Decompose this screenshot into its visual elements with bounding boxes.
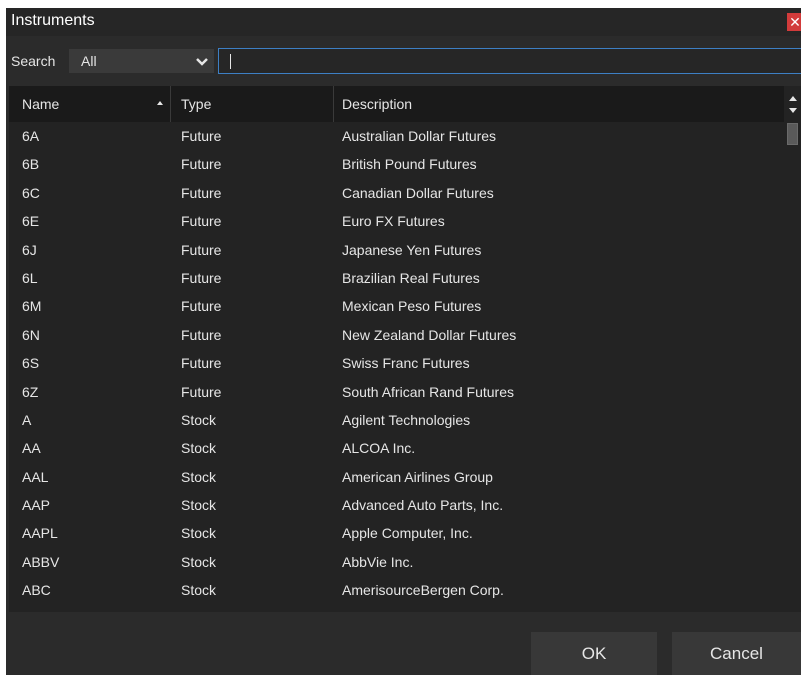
cell-type: Future <box>181 269 222 286</box>
cell-name: 6M <box>22 298 42 315</box>
cell-type: Stock <box>181 525 217 542</box>
cell-type: Future <box>181 156 222 173</box>
search-label: Search <box>11 53 56 69</box>
cancel-button[interactable]: Cancel <box>672 632 801 675</box>
cell-name: 6E <box>22 213 40 230</box>
instruments-table: Name Type Description 6A Future Australian… <box>9 86 801 612</box>
text-caret <box>230 54 231 69</box>
scroll-up-icon[interactable] <box>789 96 797 101</box>
scroll-thumb[interactable] <box>787 123 798 145</box>
chevron-down-icon <box>196 58 208 66</box>
table-row[interactable]: ABC Stock AmerisourceBergen Corp. <box>9 576 780 604</box>
cell-description: South African Rand Futures <box>342 383 514 400</box>
table-row[interactable]: ABBV Stock AbbVie Inc. <box>9 548 780 576</box>
cell-description: New Zealand Dollar Futures <box>342 326 517 343</box>
table-row[interactable]: 6B Future British Pound Futures <box>9 150 780 178</box>
cell-description: Brazilian Real Futures <box>342 269 480 286</box>
cell-description: Agilent Technologies <box>342 411 471 428</box>
cell-name: ABC <box>22 582 51 599</box>
cell-type: Stock <box>181 411 217 428</box>
cell-name: 6L <box>22 269 38 286</box>
cell-name: AAPL <box>22 525 58 542</box>
table-row[interactable]: AAP Stock Advanced Auto Parts, Inc. <box>9 491 780 519</box>
cell-description: American Airlines Group <box>342 468 493 485</box>
cell-name: 6J <box>22 241 37 258</box>
cell-description: British Pound Futures <box>342 156 477 173</box>
cell-type: Future <box>181 355 222 372</box>
search-filter-value: All <box>81 53 97 69</box>
cell-type: Stock <box>181 440 217 457</box>
instruments-dialog: Instruments ✕ Search All Name Type Descr… <box>6 8 801 675</box>
cell-description: Euro FX Futures <box>342 213 445 230</box>
ok-button[interactable]: OK <box>531 632 657 675</box>
cell-name: ABBV <box>22 553 60 570</box>
cell-description: Australian Dollar Futures <box>342 128 497 144</box>
search-input-box[interactable] <box>218 48 801 74</box>
cell-type: Stock <box>181 468 217 485</box>
search-input[interactable] <box>219 49 801 73</box>
cell-type: Stock <box>181 497 217 514</box>
search-bar: Search All <box>6 47 801 75</box>
table-row[interactable]: 6C Future Canadian Dollar Futures <box>9 179 780 207</box>
cell-type: Future <box>181 128 222 144</box>
cell-type: Future <box>181 326 222 343</box>
cell-name: 6N <box>22 326 40 343</box>
cell-name: AAL <box>22 468 49 485</box>
vertical-scrollbar[interactable] <box>784 86 801 612</box>
table-row[interactable]: 6A Future Australian Dollar Futures <box>9 122 780 150</box>
table-row[interactable]: 6S Future Swiss Franc Futures <box>9 349 780 377</box>
cell-description: AbbVie Inc. <box>342 553 414 570</box>
column-header-type[interactable]: Type <box>171 86 334 122</box>
table-row[interactable]: AAL Stock American Airlines Group <box>9 463 780 491</box>
cell-name: AAP <box>22 497 51 514</box>
column-header-description-label: Description <box>342 96 413 112</box>
cell-type: Future <box>181 213 222 230</box>
cell-description: Canadian Dollar Futures <box>342 184 494 201</box>
column-header-type-label: Type <box>181 96 212 112</box>
cell-type: Future <box>181 298 222 315</box>
table-row[interactable]: AAPL Stock Apple Computer, Inc. <box>9 519 780 547</box>
cell-description: AmerisourceBergen Corp. <box>342 582 504 599</box>
title-bar: Instruments ✕ <box>6 8 801 36</box>
cell-type: Future <box>181 241 222 258</box>
cell-type: Stock <box>181 582 217 599</box>
search-filter-dropdown[interactable]: All <box>69 49 214 73</box>
cell-type: Stock <box>181 553 217 570</box>
cell-description: Apple Computer, Inc. <box>342 525 473 542</box>
cell-description: ALCOA Inc. <box>342 440 416 457</box>
cell-name: 6Z <box>22 383 39 400</box>
cell-name: 6S <box>22 355 40 372</box>
dialog-title: Instruments <box>11 12 95 29</box>
sort-ascending-icon <box>157 101 163 105</box>
cell-name: 6C <box>22 184 40 201</box>
cell-description: Mexican Peso Futures <box>342 298 482 315</box>
table-row[interactable]: 6N Future New Zealand Dollar Futures <box>9 321 780 349</box>
cell-description: Japanese Yen Futures <box>342 241 482 258</box>
scroll-down-icon[interactable] <box>789 108 797 113</box>
cell-name: AA <box>22 440 41 457</box>
table-header: Name Type Description <box>9 86 801 122</box>
table-row[interactable]: 6L Future Brazilian Real Futures <box>9 264 780 292</box>
table-row[interactable]: 6J Future Japanese Yen Futures <box>9 236 780 264</box>
cell-name: A <box>22 411 32 428</box>
table-row[interactable]: 6E Future Euro FX Futures <box>9 207 780 235</box>
cell-description: Swiss Franc Futures <box>342 355 470 372</box>
table-row[interactable]: AA Stock ALCOA Inc. <box>9 434 780 462</box>
table-row[interactable]: 6M Future Mexican Peso Futures <box>9 292 780 320</box>
table-body: 6A Future Australian Dollar Futures 6B Futur… <box>9 122 780 605</box>
column-header-name[interactable]: Name <box>9 86 171 122</box>
cell-type: Future <box>181 383 222 400</box>
cell-type: Future <box>181 184 222 201</box>
column-header-description[interactable]: Description <box>334 86 780 122</box>
cell-name: 6A <box>22 128 40 144</box>
table-row[interactable]: 6Z Future South African Rand Futures <box>9 378 780 406</box>
cell-name: 6B <box>22 156 40 173</box>
table-row[interactable]: A Stock Agilent Technologies <box>9 406 780 434</box>
cell-description: Advanced Auto Parts, Inc. <box>342 497 504 514</box>
close-icon[interactable]: ✕ <box>787 13 801 31</box>
column-header-name-label: Name <box>22 96 60 112</box>
